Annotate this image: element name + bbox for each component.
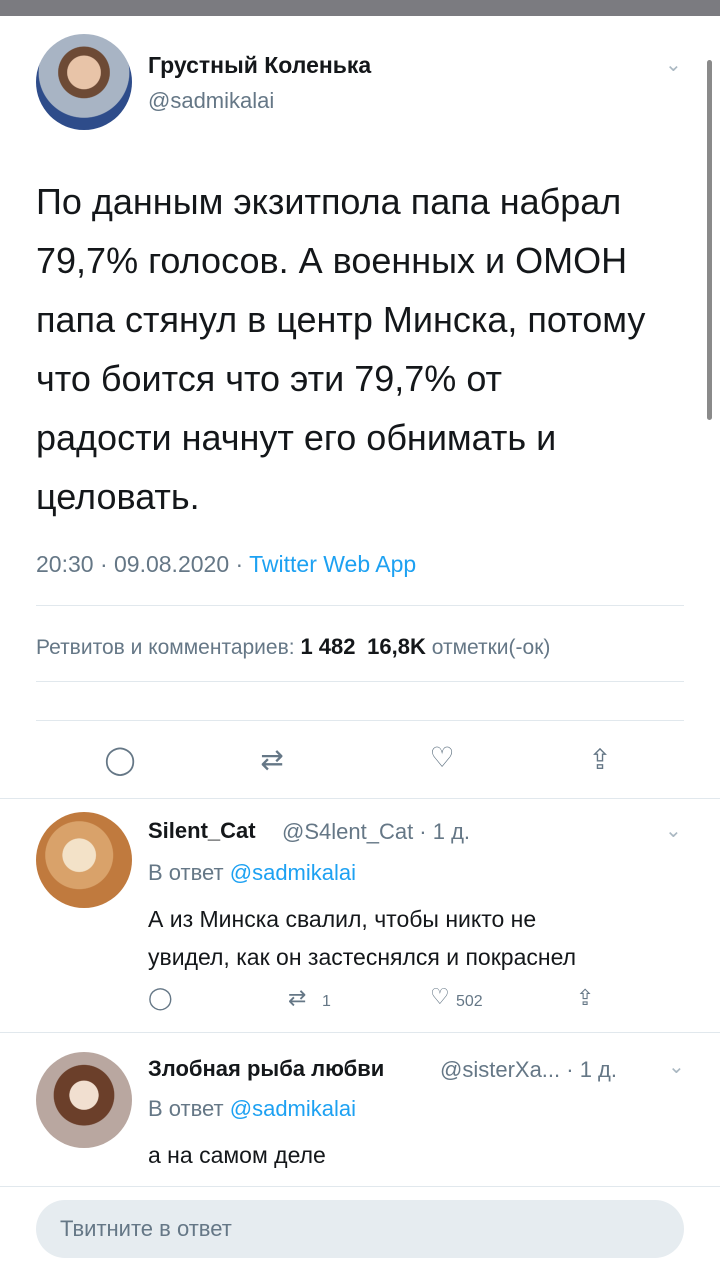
tweet-source-link[interactable]: Twitter Web App — [249, 551, 416, 577]
author-avatar[interactable] — [36, 34, 132, 130]
scrollbar[interactable] — [707, 60, 712, 420]
reply-to-prefix: В ответ — [148, 860, 230, 885]
reply-to-line: В ответ @sadmikalai — [148, 860, 356, 886]
chevron-down-icon[interactable]: ⌄ — [665, 818, 682, 843]
retweet-icon[interactable]: ⇄ — [288, 985, 306, 1011]
tweet-meta: 20:30 · 09.08.2020 · Twitter Web App — [36, 551, 416, 578]
reply-to-prefix: В ответ — [148, 1096, 230, 1121]
reply-text: а на самом деле — [148, 1142, 326, 1168]
tweet-time-date: 20:30 · 09.08.2020 · — [36, 551, 250, 577]
chevron-down-icon[interactable]: ⌄ — [665, 52, 682, 77]
divider — [36, 605, 684, 606]
share-icon[interactable]: ⇪ — [576, 985, 594, 1011]
divider — [0, 1186, 720, 1187]
divider — [0, 798, 720, 799]
reply-avatar[interactable] — [36, 812, 132, 908]
reply-to-handle[interactable]: @sadmikalai — [230, 860, 356, 885]
divider — [0, 1032, 720, 1033]
retweets-count[interactable]: 1 482 — [300, 634, 355, 659]
retweets-label: Ретвитов и комментариев: — [36, 636, 295, 659]
likes-label: отметки(-ок) — [431, 636, 551, 659]
reply-to-handle[interactable]: @sadmikalai — [230, 1096, 356, 1121]
tweet-text: По данным экзитпола папа набрал 79,7% го… — [36, 181, 646, 517]
reply-handle-time: @S4lent_Cat · 1 д. — [282, 819, 471, 844]
divider — [36, 720, 684, 721]
like-icon[interactable]: ♡ — [422, 741, 462, 774]
like-icon[interactable]: ♡ — [430, 984, 450, 1010]
reply-handle-time: @sisterXa... · 1 д. — [440, 1057, 617, 1082]
like-count: 502 — [456, 993, 483, 1010]
reply-to-line: В ответ @sadmikalai — [148, 1096, 356, 1122]
status-bar — [0, 0, 720, 16]
likes-count[interactable]: 16,8K — [367, 634, 426, 659]
reply-icon[interactable]: ◯ — [148, 985, 173, 1011]
tweet-stats: Ретвитов и комментариев: 1 482 16,8K отм… — [36, 634, 550, 660]
reply-composer[interactable]: Твитните в ответ — [36, 1200, 684, 1258]
retweet-icon[interactable]: ⇄ — [252, 743, 292, 776]
author-handle[interactable]: @sadmikalai — [148, 88, 274, 114]
reply-author-name[interactable]: Silent_Cat — [148, 818, 256, 844]
reply-icon[interactable]: ◯ — [102, 743, 138, 776]
reply-avatar[interactable] — [36, 1052, 132, 1148]
chevron-down-icon[interactable]: ⌄ — [668, 1054, 685, 1079]
retweet-count: 1 — [322, 993, 331, 1010]
reply-composer-placeholder: Твитните в ответ — [60, 1216, 232, 1241]
reply-author-name[interactable]: Злобная рыба любви — [148, 1056, 384, 1082]
divider — [36, 681, 684, 682]
author-name[interactable]: Грустный Коленька — [148, 52, 371, 79]
share-icon[interactable]: ⇪ — [582, 743, 618, 776]
reply-text: А из Минска свалил, чтобы никто не увиде… — [148, 906, 577, 970]
